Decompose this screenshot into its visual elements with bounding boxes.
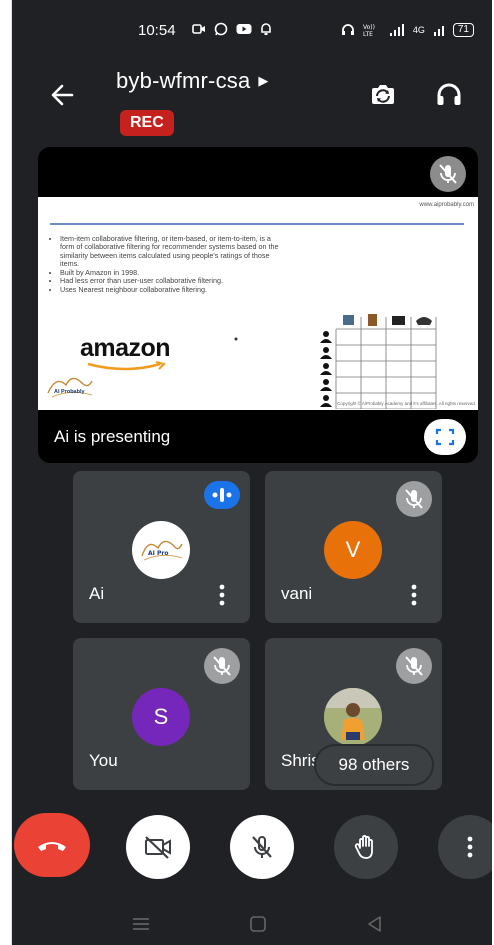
participant-tile-ai[interactable]: AI Pro Ai: [73, 471, 250, 623]
notification-bell-icon: [261, 23, 271, 35]
participant-tile-vani[interactable]: V vani: [265, 471, 442, 623]
video-call-status-icon: [192, 24, 205, 34]
cursor-dot-icon: [234, 337, 238, 341]
avatar-ai: AI Pro: [132, 521, 190, 579]
status-icons-right: Vo)) LTE 4G 71: [341, 23, 474, 37]
home-button-icon[interactable]: [249, 915, 267, 933]
participant-name: vani: [281, 584, 313, 603]
status-time: 10:54: [138, 22, 176, 39]
headphones-icon[interactable]: [434, 80, 464, 110]
mic-off-icon: [252, 836, 272, 858]
meet-screen: 10:54 Vo))LTE 4G 71 byb-wfmr-csa ▶ REC: [12, 0, 492, 945]
participant-name: Shris: [281, 751, 320, 770]
headset-status-icon: [341, 24, 354, 35]
mic-toggle-button[interactable]: [230, 815, 294, 879]
android-nav-bar: [12, 905, 492, 945]
svg-text:Vo)): Vo)): [363, 24, 375, 31]
rating-matrix-diagram: [320, 314, 437, 409]
presentation-mic-muted-icon: [430, 156, 466, 192]
avatar-shris-photo: [324, 688, 382, 746]
battery-indicator: 71: [452, 23, 474, 37]
youtube-icon: [236, 24, 252, 34]
status-bar: 10:54 Vo)) LTE 4G 71: [12, 20, 492, 44]
more-vert-icon[interactable]: [218, 584, 226, 606]
logo-text: AI Probably: [54, 389, 85, 395]
rec-badge: REC: [120, 110, 174, 136]
svg-text:AI Pro: AI Pro: [148, 550, 168, 557]
amazon-logo-text: amazon: [80, 334, 171, 362]
fullscreen-button[interactable]: [424, 419, 466, 455]
more-vert-icon[interactable]: [410, 584, 418, 606]
presentation-tile[interactable]: www.aiprobably.com Item-item collaborati…: [38, 147, 478, 463]
camera-toggle-button[interactable]: [126, 815, 190, 879]
fullscreen-icon: [435, 428, 455, 446]
others-count-chip[interactable]: 98 others: [316, 746, 432, 784]
back-button-icon[interactable]: [366, 915, 384, 933]
left-edge: [0, 0, 12, 945]
meeting-title[interactable]: byb-wfmr-csa ▶: [116, 68, 269, 94]
slide-bullets: Item-item collaborative filtering, or it…: [60, 234, 280, 295]
end-call-button[interactable]: [14, 813, 90, 877]
raise-hand-icon: [354, 835, 373, 859]
more-vert-icon: [467, 836, 473, 858]
raise-hand-button[interactable]: [334, 815, 398, 879]
signal-bars-icon: [389, 24, 404, 36]
slide-bullet: Item-item collaborative filtering, or it…: [60, 234, 280, 268]
aiprobably-avatar-logo: AI Pro: [141, 540, 183, 561]
mic-muted-icon: [204, 648, 240, 684]
svg-text:LTE: LTE: [363, 31, 373, 37]
recent-apps-icon[interactable]: [132, 917, 150, 931]
avatar-vani: V: [324, 521, 382, 579]
network-type: 4G: [412, 25, 425, 35]
volte-icon: Vo))LTE: [363, 24, 375, 37]
caret-right-icon: ▶: [258, 73, 269, 88]
signal-bars-2-icon: [433, 26, 444, 36]
participant-name: You: [89, 751, 118, 770]
presenter-label: Ai is presenting: [54, 427, 171, 446]
camera-off-icon: [145, 836, 171, 859]
back-arrow-icon[interactable]: [50, 82, 76, 108]
slide-header-rule: [50, 223, 464, 225]
shared-slide: www.aiprobably.com Item-item collaborati…: [38, 197, 478, 410]
whatsapp-icon: [214, 22, 228, 36]
status-icons-left: [192, 22, 272, 36]
slide-bullet: Uses Nearest neighbour collaborative fil…: [60, 285, 280, 294]
meeting-code: byb-wfmr-csa: [116, 68, 251, 93]
participant-name: Ai: [89, 584, 105, 603]
hang-up-icon: [38, 842, 66, 851]
speaking-indicator-icon: [204, 481, 240, 509]
more-options-button[interactable]: [438, 815, 492, 879]
participant-tile-you[interactable]: S You: [73, 638, 250, 790]
mic-muted-icon: [396, 481, 432, 517]
switch-camera-icon[interactable]: [368, 80, 398, 110]
avatar-you: S: [132, 688, 190, 746]
mic-muted-icon: [396, 648, 432, 684]
aiprobably-logo: AI Probably: [42, 371, 100, 410]
slide-url: www.aiprobably.com: [419, 202, 474, 208]
